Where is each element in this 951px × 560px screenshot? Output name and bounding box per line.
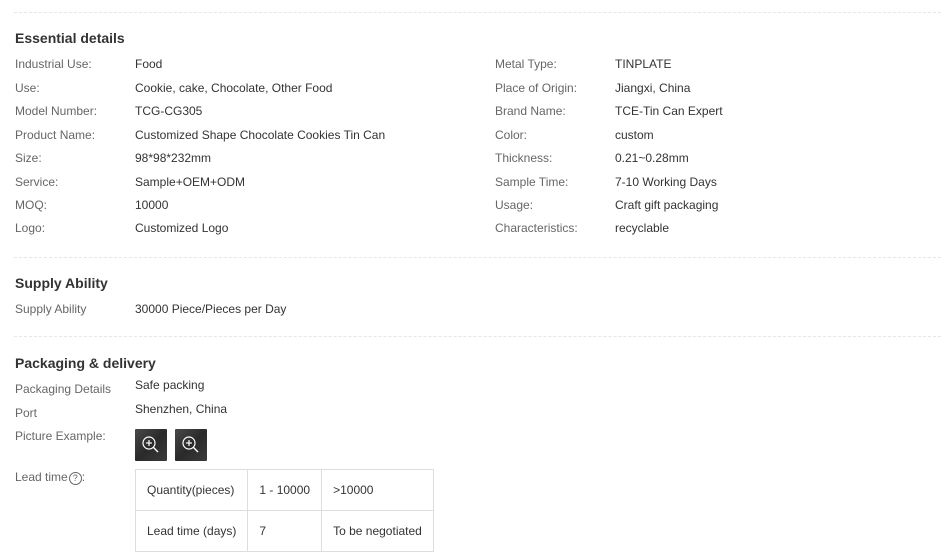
- supply-ability-label: Supply Ability: [15, 302, 87, 316]
- packaging-details-value: Safe packing: [135, 378, 205, 392]
- use-value: Cookie, cake, Chocolate, Other Food: [135, 81, 333, 95]
- model-number-label: Model Number:: [15, 104, 98, 118]
- industrial-use-label: Industrial Use:: [15, 57, 92, 71]
- supply-ability-title: Supply Ability: [15, 275, 108, 291]
- metal-type-label: Metal Type:: [495, 57, 557, 71]
- use-label: Use:: [15, 81, 40, 95]
- packaging-delivery-title: Packaging & delivery: [15, 355, 156, 371]
- characteristics-label: Characteristics:: [495, 221, 578, 235]
- place-of-origin-value: Jiangxi, China: [615, 81, 691, 95]
- lead-time-label: Lead time?:: [15, 470, 85, 485]
- table-row: Lead time (days) 7 To be negotiated: [134, 510, 434, 552]
- moq-value: 10000: [135, 198, 169, 212]
- lead-time-table: Quantity(pieces) 1 - 10000 >10000 Lead t…: [134, 469, 434, 552]
- color-label: Color:: [495, 128, 528, 142]
- logo-value: Customized Logo: [135, 221, 229, 235]
- supply-ability-value: 30000 Piece/Pieces per Day: [135, 302, 287, 316]
- question-circle-icon[interactable]: ?: [68, 472, 82, 485]
- place-of-origin-label: Place of Origin:: [495, 81, 578, 95]
- port-value: Shenzhen, China: [135, 402, 228, 416]
- thickness-value: 0.21~0.28mm: [615, 151, 689, 165]
- brand-name-value: TCE-Tin Can Expert: [615, 104, 723, 118]
- essential-divider: [14, 257, 941, 258]
- essential-details-title: Essential details: [15, 30, 125, 46]
- table-cell: To be negotiated: [321, 510, 434, 552]
- thickness-label: Thickness:: [495, 151, 553, 165]
- usage-label: Usage:: [495, 198, 534, 212]
- zoom-in-icon: [182, 436, 199, 453]
- packaging-details-label: Packaging Details: [15, 382, 112, 396]
- table-cell: 7: [247, 510, 323, 552]
- supply-divider: [14, 336, 941, 337]
- color-value: custom: [615, 128, 654, 142]
- service-value: Sample+OEM+ODM: [135, 175, 246, 189]
- picture-thumbnail-1[interactable]: [135, 429, 167, 461]
- usage-value: Craft gift packaging: [615, 198, 719, 212]
- model-number-value: TCG-CG305: [135, 104, 203, 118]
- brand-name-label: Brand Name:: [495, 104, 566, 118]
- characteristics-value: recyclable: [615, 221, 670, 235]
- zoom-in-icon: [142, 436, 159, 453]
- table-cell: >10000: [321, 469, 434, 511]
- sample-time-label: Sample Time:: [495, 175, 569, 189]
- product-name-label: Product Name:: [15, 128, 96, 142]
- picture-example-label: Picture Example:: [15, 429, 106, 443]
- industrial-use-value: Food: [135, 57, 163, 71]
- service-label: Service:: [15, 175, 59, 189]
- size-label: Size:: [15, 151, 42, 165]
- picture-thumbnail-2[interactable]: [175, 429, 207, 461]
- table-row: Quantity(pieces) 1 - 10000 >10000: [134, 469, 434, 511]
- metal-type-value: TINPLATE: [615, 57, 672, 71]
- table-cell: Lead time (days): [134, 510, 249, 552]
- table-cell: 1 - 10000: [247, 469, 323, 511]
- size-value: 98*98*232mm: [135, 151, 212, 165]
- moq-label: MOQ:: [15, 198, 47, 212]
- top-divider: [14, 12, 941, 13]
- lead-time-label-text: Lead time: [15, 470, 68, 484]
- product-name-value: Customized Shape Chocolate Cookies Tin C…: [135, 128, 386, 142]
- sample-time-value: 7-10 Working Days: [615, 175, 717, 189]
- table-cell: Quantity(pieces): [134, 469, 249, 511]
- logo-label: Logo:: [15, 221, 46, 235]
- lead-time-colon: :: [81, 470, 86, 484]
- port-label: Port: [15, 406, 38, 420]
